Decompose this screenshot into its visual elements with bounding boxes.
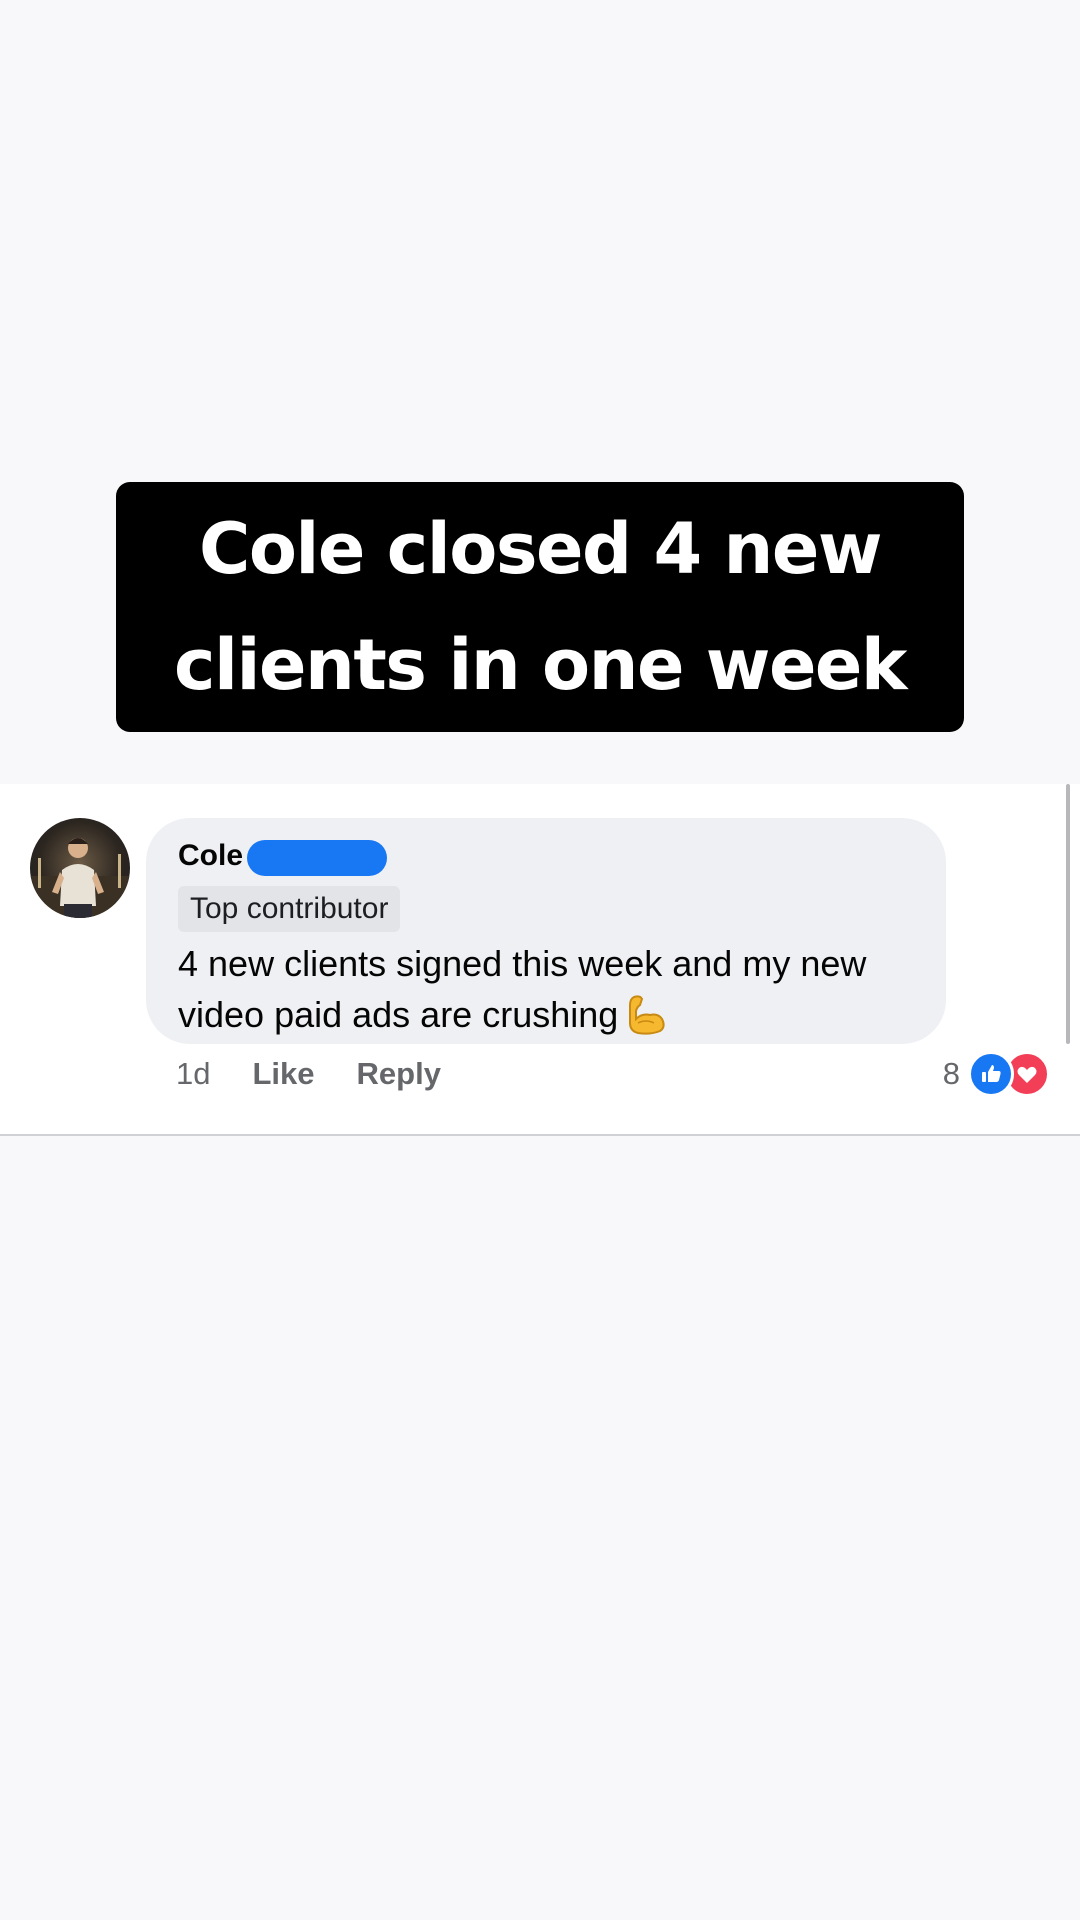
author-row: Cole	[178, 836, 388, 876]
reaction-count: 8	[942, 1056, 960, 1091]
like-icon	[968, 1051, 1014, 1097]
flexed-biceps-icon	[624, 993, 668, 1050]
comment-bubble: Cole Top contributor 4 new clients signe…	[146, 818, 946, 1044]
comment-actions: 1d Like Reply	[176, 1052, 441, 1096]
timestamp[interactable]: 1d	[176, 1056, 210, 1092]
like-button[interactable]: Like	[252, 1056, 314, 1092]
reply-button[interactable]: Reply	[357, 1056, 441, 1092]
headline-line-2: clients in one week	[174, 624, 907, 706]
reactions-summary[interactable]: 8	[942, 1051, 1050, 1097]
comment-card: Cole Top contributor 4 new clients signe…	[0, 784, 1080, 1136]
avatar[interactable]	[30, 818, 130, 918]
author-name[interactable]: Cole	[178, 839, 243, 873]
scrollbar[interactable]	[1066, 784, 1070, 1044]
comment-text: 4 new clients signed this week and my ne…	[178, 938, 918, 1050]
comment-body: 4 new clients signed this week and my ne…	[178, 943, 867, 1035]
top-contributor-badge: Top contributor	[178, 886, 401, 932]
headline-banner: Cole closed 4 new clients in one week	[116, 482, 964, 732]
headline-line-1: Cole closed 4 new	[198, 508, 883, 590]
redaction-scribble	[247, 840, 388, 876]
divider	[0, 1134, 1080, 1136]
